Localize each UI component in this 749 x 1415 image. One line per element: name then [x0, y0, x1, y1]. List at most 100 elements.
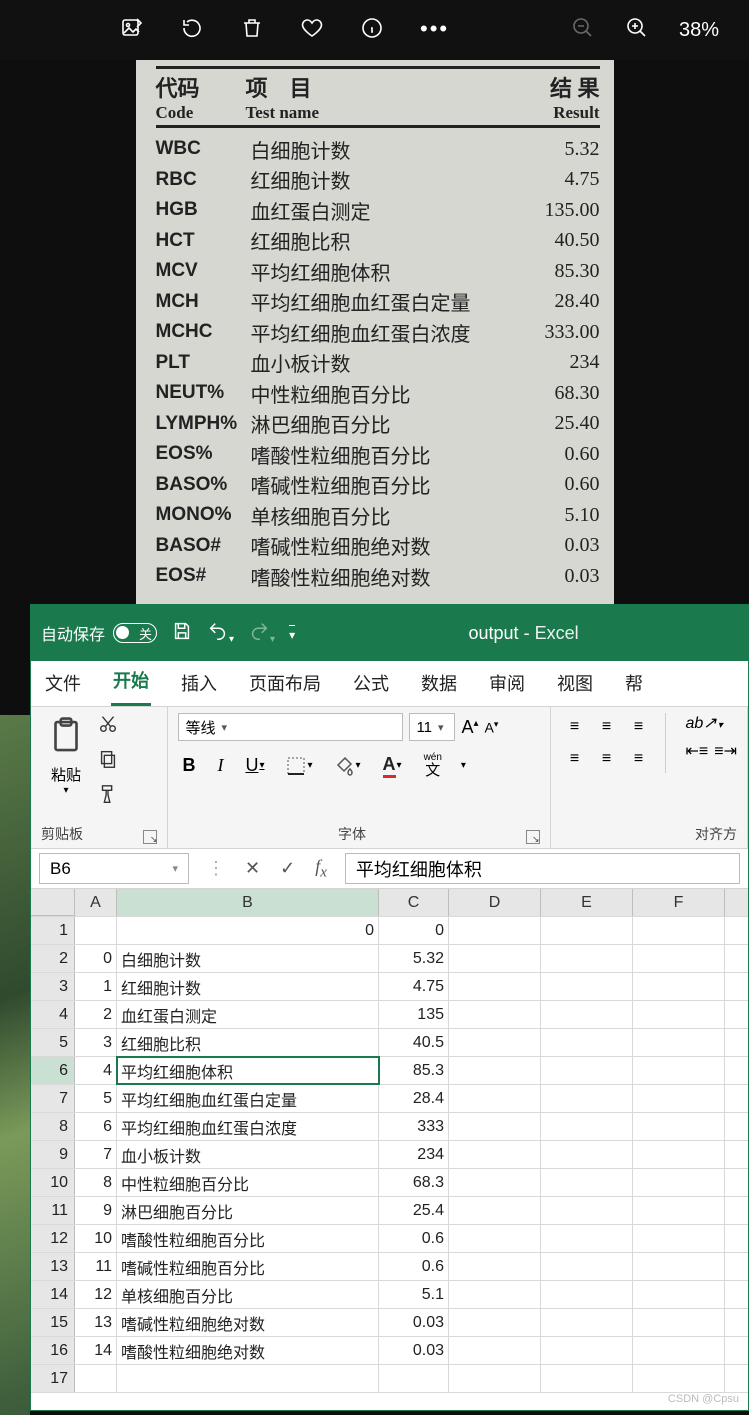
tab-插入[interactable]: 插入	[179, 660, 219, 706]
cell[interactable]	[633, 1029, 725, 1056]
cell[interactable]: 5	[75, 1085, 117, 1112]
formula-input[interactable]: 平均红细胞体积	[345, 853, 740, 884]
tab-开始[interactable]: 开始	[111, 657, 151, 706]
cell[interactable]	[449, 1225, 541, 1252]
cell[interactable]: 白细胞计数	[117, 945, 379, 972]
row-header[interactable]: 16	[31, 1337, 75, 1364]
cell[interactable]: 血红蛋白测定	[117, 1001, 379, 1028]
format-painter-icon[interactable]	[97, 783, 119, 810]
cell[interactable]: 28.4	[379, 1085, 449, 1112]
cell[interactable]	[541, 1225, 633, 1252]
cell[interactable]	[633, 1365, 725, 1392]
tab-文件[interactable]: 文件	[43, 660, 83, 706]
fill-color-button[interactable]: ▾	[331, 754, 365, 778]
row-header[interactable]: 12	[31, 1225, 75, 1252]
cell[interactable]	[75, 917, 117, 944]
italic-button[interactable]: I	[213, 753, 227, 778]
align-center-icon[interactable]: ≡	[593, 745, 621, 773]
col-header-A[interactable]: A	[75, 889, 117, 916]
row-header[interactable]: 2	[31, 945, 75, 972]
cell[interactable]: 11	[75, 1253, 117, 1280]
more-icon[interactable]: •••	[420, 16, 449, 45]
increase-indent-icon[interactable]: ≡⇥	[714, 741, 737, 761]
cell[interactable]	[541, 1029, 633, 1056]
cell[interactable]	[449, 973, 541, 1000]
row-header[interactable]: 3	[31, 973, 75, 1000]
cell[interactable]: 中性粒细胞百分比	[117, 1169, 379, 1196]
row-header[interactable]: 10	[31, 1169, 75, 1196]
cell[interactable]: 8	[75, 1169, 117, 1196]
cell[interactable]	[449, 917, 541, 944]
cell[interactable]	[449, 1057, 541, 1084]
row-header[interactable]: 1	[31, 917, 75, 944]
cell[interactable]	[541, 1085, 633, 1112]
cell[interactable]	[541, 973, 633, 1000]
cell[interactable]: 13	[75, 1309, 117, 1336]
cell[interactable]: 2	[75, 1001, 117, 1028]
cell[interactable]: 平均红细胞体积	[117, 1057, 379, 1084]
font-name-combo[interactable]: 等线	[178, 713, 403, 741]
name-box[interactable]: B6▾	[39, 853, 189, 884]
cell[interactable]: 血小板计数	[117, 1141, 379, 1168]
cell[interactable]	[117, 1365, 379, 1392]
cell[interactable]	[633, 1309, 725, 1336]
cell[interactable]	[541, 1337, 633, 1364]
enter-fx-icon[interactable]: ✓	[280, 858, 295, 879]
row-header[interactable]: 11	[31, 1197, 75, 1224]
tab-页面布局[interactable]: 页面布局	[247, 660, 323, 706]
tab-视图[interactable]: 视图	[555, 660, 595, 706]
cell[interactable]: 3	[75, 1029, 117, 1056]
align-bottom-icon[interactable]: ≡	[625, 713, 653, 741]
cell[interactable]	[449, 1085, 541, 1112]
cell[interactable]: 单核细胞百分比	[117, 1281, 379, 1308]
cell[interactable]	[541, 1001, 633, 1028]
tab-数据[interactable]: 数据	[419, 660, 459, 706]
cell[interactable]: 68.3	[379, 1169, 449, 1196]
cell[interactable]: 0	[379, 917, 449, 944]
fx-icon[interactable]: fx	[315, 856, 327, 882]
align-left-icon[interactable]: ≡	[561, 745, 589, 773]
autosave-toggle[interactable]: 自动保存 关	[41, 621, 157, 645]
cell[interactable]	[541, 1365, 633, 1392]
qat-dropdown-icon[interactable]: ▾	[289, 625, 295, 642]
copy-icon[interactable]	[97, 748, 119, 775]
cell[interactable]	[633, 973, 725, 1000]
cell[interactable]	[449, 1253, 541, 1280]
cell[interactable]: 0	[75, 945, 117, 972]
cell[interactable]: 40.5	[379, 1029, 449, 1056]
decrease-font-icon[interactable]: A▾	[484, 719, 498, 736]
cell[interactable]	[449, 1309, 541, 1336]
cell[interactable]: 5.32	[379, 945, 449, 972]
row-header[interactable]: 17	[31, 1365, 75, 1392]
cell[interactable]	[75, 1365, 117, 1392]
cell[interactable]	[449, 1029, 541, 1056]
cell[interactable]: 333	[379, 1113, 449, 1140]
cell[interactable]	[449, 1197, 541, 1224]
tab-公式[interactable]: 公式	[351, 660, 391, 706]
cell[interactable]	[449, 1141, 541, 1168]
cell[interactable]	[633, 1113, 725, 1140]
cell[interactable]	[633, 1141, 725, 1168]
cell[interactable]: 25.4	[379, 1197, 449, 1224]
cell[interactable]	[633, 1253, 725, 1280]
col-header-C[interactable]: C	[379, 889, 449, 916]
cell[interactable]	[449, 945, 541, 972]
cell[interactable]: 0.03	[379, 1309, 449, 1336]
cell[interactable]: 6	[75, 1113, 117, 1140]
cell[interactable]	[633, 1169, 725, 1196]
cell[interactable]: 嗜酸性粒细胞绝对数	[117, 1337, 379, 1364]
border-button[interactable]: ▾	[282, 754, 316, 778]
cell[interactable]: 红细胞比积	[117, 1029, 379, 1056]
cell[interactable]: 0	[117, 917, 379, 944]
expand-fx-icon[interactable]: ⋮	[207, 858, 225, 879]
cell[interactable]	[633, 917, 725, 944]
cell[interactable]	[541, 1141, 633, 1168]
font-launcher-icon[interactable]	[526, 830, 540, 844]
increase-font-icon[interactable]: A▴	[461, 717, 478, 738]
cell[interactable]: 234	[379, 1141, 449, 1168]
cell[interactable]	[449, 1169, 541, 1196]
cell[interactable]: 12	[75, 1281, 117, 1308]
row-header[interactable]: 13	[31, 1253, 75, 1280]
cell[interactable]	[541, 1309, 633, 1336]
align-buttons[interactable]: ≡≡≡ ≡≡≡	[561, 713, 653, 773]
